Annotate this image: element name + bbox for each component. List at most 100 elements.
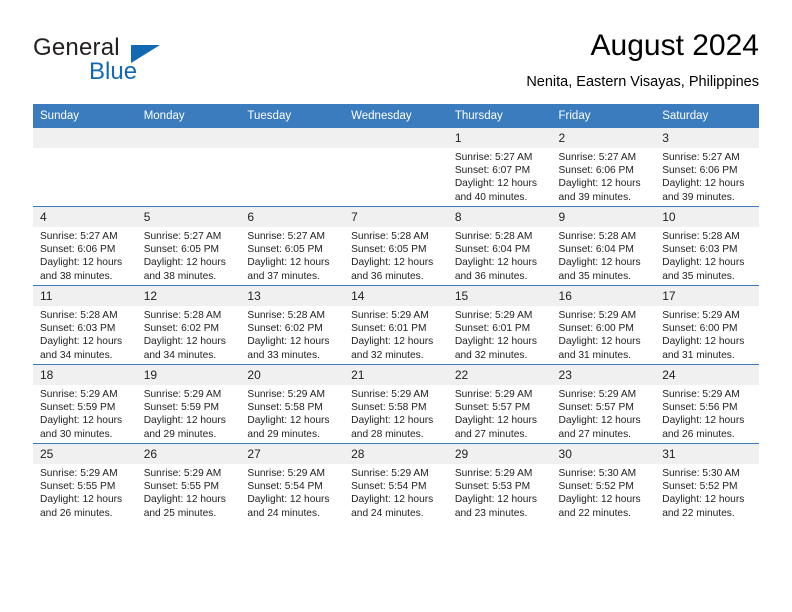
calendar-day-cell[interactable]: 14 Sunrise: 5:29 AM Sunset: 6:01 PM Dayligh… bbox=[344, 285, 448, 365]
calendar-day-cell[interactable]: 22 Sunrise: 5:29 AM Sunset: 5:57 PM Dayligh… bbox=[447, 364, 552, 444]
day-sun-info: Sunrise: 5:29 AM Sunset: 5:54 PM Daylight:… bbox=[344, 464, 448, 520]
page-subtitle: Nenita, Eastern Visayas, Philippines bbox=[526, 74, 759, 90]
day-sunrise-text: Sunrise: 5:29 AM bbox=[40, 389, 118, 400]
day-sun-info: Sunrise: 5:28 AM Sunset: 6:04 PM Daylight:… bbox=[448, 227, 552, 283]
calendar-day-cell[interactable]: 21 Sunrise: 5:29 AM Sunset: 5:58 PM Dayligh… bbox=[344, 364, 448, 444]
calendar-day-cell[interactable]: 16 Sunrise: 5:29 AM Sunset: 6:00 PM Dayligh… bbox=[551, 285, 656, 365]
day-number bbox=[344, 128, 448, 148]
day-sun-info: Sunrise: 5:27 AM Sunset: 6:07 PM Daylight:… bbox=[448, 148, 552, 204]
calendar-day-cell[interactable]: 1 Sunrise: 5:27 AM Sunset: 6:07 PM Daylight… bbox=[447, 128, 552, 207]
day-daylight-text: Daylight: 12 hours bbox=[351, 415, 434, 427]
day-daylight-text: Daylight: 12 hours bbox=[40, 257, 123, 269]
day-sunset-text: Sunset: 5:54 PM bbox=[351, 481, 427, 493]
calendar-day-cell[interactable]: 17 Sunrise: 5:29 AM Sunset: 6:00 PM Dayligh… bbox=[655, 285, 759, 365]
day-sunset-text: Sunset: 5:52 PM bbox=[558, 481, 634, 493]
weekday-header-wednesday: Wednesday bbox=[344, 104, 448, 128]
day-sunset-text: Sunset: 5:56 PM bbox=[662, 402, 738, 414]
day-sunrise-text: Sunrise: 5:28 AM bbox=[40, 310, 118, 321]
calendar-day-cell[interactable]: 7 Sunrise: 5:28 AM Sunset: 6:05 PM Daylight… bbox=[344, 206, 448, 286]
day-number: 7 bbox=[344, 207, 448, 227]
day-sunset-text: Sunset: 5:55 PM bbox=[40, 481, 116, 493]
day-sunrise-text: Sunrise: 5:28 AM bbox=[558, 231, 637, 242]
day-sunrise-text: Sunrise: 5:29 AM bbox=[247, 389, 325, 400]
day-daylight-text: Daylight: 12 hours bbox=[558, 257, 641, 269]
calendar-day-cell-empty bbox=[33, 128, 137, 207]
calendar-day-cell[interactable]: 28 Sunrise: 5:29 AM Sunset: 5:54 PM Dayligh… bbox=[344, 443, 448, 522]
day-daylight-text: and 40 minutes. bbox=[454, 191, 528, 203]
weekday-header-saturday: Saturday bbox=[655, 104, 759, 128]
calendar-day-cell[interactable]: 27 Sunrise: 5:29 AM Sunset: 5:54 PM Dayligh… bbox=[240, 443, 345, 522]
day-daylight-text: and 35 minutes. bbox=[558, 270, 632, 282]
calendar-week-row: 4 Sunrise: 5:27 AM Sunset: 6:06 PM Daylight… bbox=[33, 206, 759, 286]
calendar-day-cell[interactable]: 5 Sunrise: 5:27 AM Sunset: 6:05 PM Daylight… bbox=[136, 206, 241, 286]
day-daylight-text: Daylight: 12 hours bbox=[558, 336, 641, 348]
calendar-day-cell[interactable]: 10 Sunrise: 5:28 AM Sunset: 6:03 PM Dayligh… bbox=[655, 206, 759, 286]
day-sunrise-text: Sunrise: 5:29 AM bbox=[558, 389, 637, 400]
calendar-page: General Blue August 2024 Nenita, Eastern… bbox=[0, 0, 792, 612]
calendar-day-cell[interactable]: 23 Sunrise: 5:29 AM Sunset: 5:57 PM Dayligh… bbox=[551, 364, 656, 444]
calendar-day-cell[interactable]: 31 Sunrise: 5:30 AM Sunset: 5:52 PM Dayligh… bbox=[655, 443, 759, 522]
day-number: 30 bbox=[551, 444, 656, 464]
day-daylight-text: Daylight: 12 hours bbox=[454, 257, 537, 269]
calendar-day-cell[interactable]: 8 Sunrise: 5:28 AM Sunset: 6:04 PM Daylight… bbox=[447, 206, 552, 286]
calendar-day-cell[interactable]: 13 Sunrise: 5:28 AM Sunset: 6:02 PM Dayligh… bbox=[240, 285, 345, 365]
calendar-day-cell[interactable]: 25 Sunrise: 5:29 AM Sunset: 5:55 PM Dayligh… bbox=[33, 443, 137, 522]
day-sun-info: Sunrise: 5:28 AM Sunset: 6:03 PM Daylight:… bbox=[655, 227, 759, 283]
page-header: General Blue August 2024 Nenita, Eastern… bbox=[33, 28, 759, 96]
calendar-day-cell[interactable]: 11 Sunrise: 5:28 AM Sunset: 6:03 PM Dayligh… bbox=[33, 285, 137, 365]
weekday-header-sunday: Sunday bbox=[33, 104, 137, 128]
day-sunset-text: Sunset: 5:52 PM bbox=[662, 481, 738, 493]
calendar-day-cell[interactable]: 9 Sunrise: 5:28 AM Sunset: 6:04 PM Daylight… bbox=[551, 206, 656, 286]
day-sun-info: Sunrise: 5:29 AM Sunset: 5:58 PM Daylight:… bbox=[240, 385, 344, 441]
day-sunrise-text: Sunrise: 5:28 AM bbox=[351, 231, 429, 242]
calendar-day-cell[interactable]: 2 Sunrise: 5:27 AM Sunset: 6:06 PM Daylight… bbox=[551, 128, 656, 207]
day-sunrise-text: Sunrise: 5:28 AM bbox=[662, 231, 740, 242]
day-number: 16 bbox=[551, 286, 656, 306]
day-daylight-text: and 31 minutes. bbox=[558, 349, 632, 361]
day-daylight-text: Daylight: 12 hours bbox=[662, 494, 745, 506]
weekday-header-thursday: Thursday bbox=[447, 104, 552, 128]
day-daylight-text: Daylight: 12 hours bbox=[662, 257, 745, 269]
day-number: 8 bbox=[447, 207, 552, 227]
day-sunrise-text: Sunrise: 5:30 AM bbox=[558, 468, 637, 479]
calendar-day-cell[interactable]: 29 Sunrise: 5:29 AM Sunset: 5:53 PM Dayligh… bbox=[447, 443, 552, 522]
calendar-day-cell[interactable]: 18 Sunrise: 5:29 AM Sunset: 5:59 PM Dayligh… bbox=[33, 364, 137, 444]
day-daylight-text: Daylight: 12 hours bbox=[662, 336, 745, 348]
calendar-day-cell[interactable]: 19 Sunrise: 5:29 AM Sunset: 5:59 PM Dayligh… bbox=[136, 364, 241, 444]
calendar-day-cell[interactable]: 26 Sunrise: 5:29 AM Sunset: 5:55 PM Dayligh… bbox=[136, 443, 241, 522]
day-sun-info: Sunrise: 5:29 AM Sunset: 5:54 PM Daylight:… bbox=[240, 464, 344, 520]
day-sunrise-text: Sunrise: 5:29 AM bbox=[454, 389, 533, 400]
day-sunrise-text: Sunrise: 5:30 AM bbox=[662, 468, 740, 479]
day-number: 28 bbox=[344, 444, 448, 464]
day-sunset-text: Sunset: 6:07 PM bbox=[454, 165, 531, 177]
day-sun-info: Sunrise: 5:29 AM Sunset: 5:53 PM Daylight:… bbox=[448, 464, 552, 520]
day-sunset-text: Sunset: 6:03 PM bbox=[662, 244, 738, 256]
day-sun-info: Sunrise: 5:29 AM Sunset: 5:58 PM Daylight:… bbox=[344, 385, 448, 441]
day-sunrise-text: Sunrise: 5:29 AM bbox=[662, 389, 740, 400]
calendar-day-cell[interactable]: 4 Sunrise: 5:27 AM Sunset: 6:06 PM Daylight… bbox=[33, 206, 137, 286]
calendar-day-cell[interactable]: 24 Sunrise: 5:29 AM Sunset: 5:56 PM Dayligh… bbox=[655, 364, 759, 444]
calendar-day-cell[interactable]: 15 Sunrise: 5:29 AM Sunset: 6:01 PM Dayligh… bbox=[447, 285, 552, 365]
day-sun-info: Sunrise: 5:28 AM Sunset: 6:04 PM Daylight:… bbox=[552, 227, 656, 283]
day-daylight-text: Daylight: 12 hours bbox=[558, 494, 641, 506]
day-number: 23 bbox=[551, 365, 656, 385]
day-sun-info: Sunrise: 5:29 AM Sunset: 5:59 PM Daylight:… bbox=[137, 385, 241, 441]
day-sunset-text: Sunset: 6:05 PM bbox=[247, 244, 323, 256]
calendar-day-cell[interactable]: 30 Sunrise: 5:30 AM Sunset: 5:52 PM Dayligh… bbox=[551, 443, 656, 522]
day-number: 3 bbox=[655, 128, 759, 148]
day-number: 12 bbox=[136, 286, 241, 306]
day-daylight-text: and 34 minutes. bbox=[143, 349, 217, 361]
day-sunrise-text: Sunrise: 5:27 AM bbox=[454, 152, 533, 163]
calendar-day-cell-empty bbox=[344, 128, 448, 207]
day-sunset-text: Sunset: 5:55 PM bbox=[143, 481, 220, 493]
day-daylight-text: Daylight: 12 hours bbox=[247, 257, 330, 269]
calendar-day-cell[interactable]: 3 Sunrise: 5:27 AM Sunset: 6:06 PM Daylight… bbox=[655, 128, 759, 207]
calendar-day-cell-empty bbox=[240, 128, 345, 207]
day-sunset-text: Sunset: 6:04 PM bbox=[454, 244, 531, 256]
day-sunset-text: Sunset: 5:58 PM bbox=[247, 402, 323, 414]
day-sunset-text: Sunset: 5:57 PM bbox=[454, 402, 531, 414]
calendar-day-cell[interactable]: 12 Sunrise: 5:28 AM Sunset: 6:02 PM Dayligh… bbox=[136, 285, 241, 365]
calendar-day-cell[interactable]: 20 Sunrise: 5:29 AM Sunset: 5:58 PM Dayligh… bbox=[240, 364, 345, 444]
calendar-day-cell[interactable]: 6 Sunrise: 5:27 AM Sunset: 6:05 PM Daylight… bbox=[240, 206, 345, 286]
day-number bbox=[136, 128, 241, 148]
